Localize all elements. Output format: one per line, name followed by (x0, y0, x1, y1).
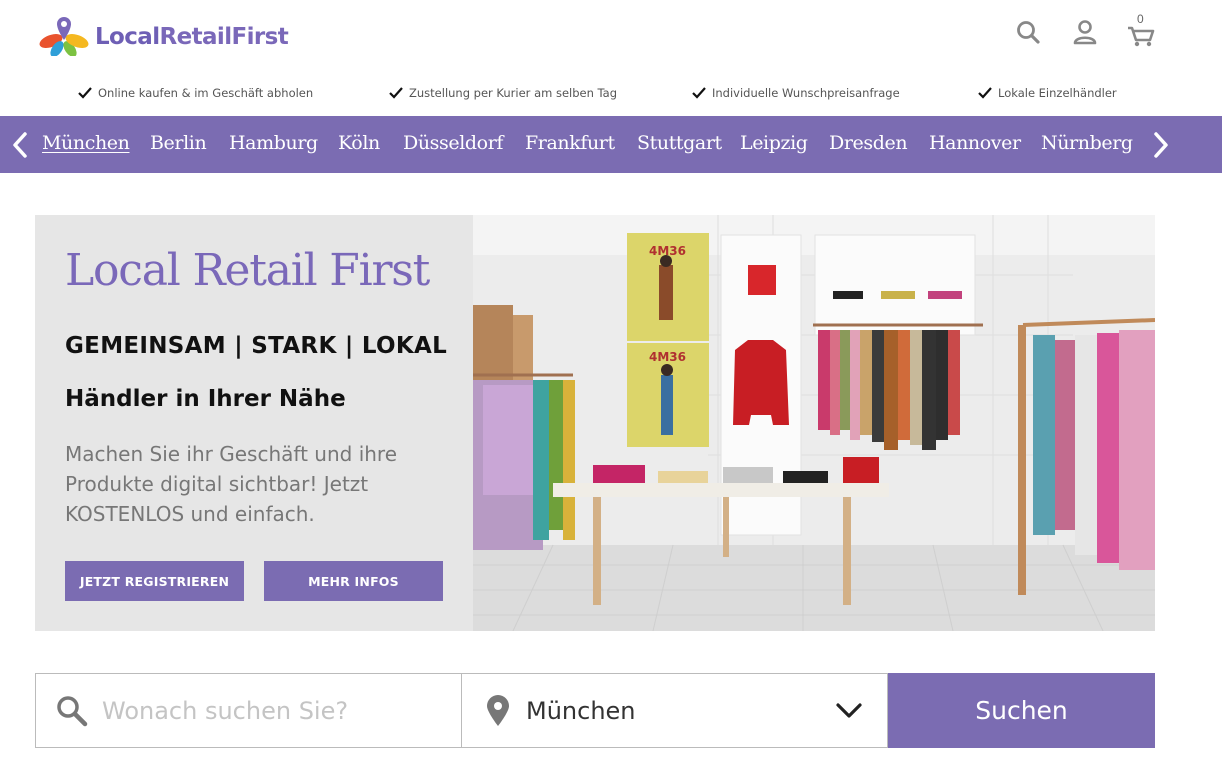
logo-flower-icon (39, 17, 89, 56)
usp-item: Online kaufen & im Geschäft abholen (78, 86, 313, 100)
poster-text: 4M36 (649, 350, 686, 364)
usp-item: Zustellung per Kurier am selben Tag (389, 86, 617, 100)
search-icon[interactable] (1014, 14, 1044, 48)
city-link-duesseldorf[interactable]: Düsseldorf (403, 132, 503, 154)
city-link-nuernberg[interactable]: Nürnberg (1041, 132, 1133, 154)
more-info-button[interactable]: MEHR INFOS (264, 561, 443, 601)
city-link-koeln[interactable]: Köln (338, 132, 380, 154)
search-bar: München Suchen (35, 673, 1155, 748)
hero-title: Local Retail First (65, 245, 430, 296)
check-icon (692, 87, 706, 99)
city-link-berlin[interactable]: Berlin (150, 132, 207, 154)
usp-text: Online kaufen & im Geschäft abholen (98, 86, 314, 100)
brand-logo[interactable]: LocalRetailFirst (37, 10, 289, 56)
hero-subtitle: Händler in Ihrer Nähe (65, 386, 346, 412)
city-link-leipzig[interactable]: Leipzig (740, 132, 808, 154)
search-icon (57, 695, 88, 726)
cart-icon[interactable]: 0 (1126, 12, 1156, 48)
location-pin-icon (487, 694, 509, 726)
header-actions: 0 (1014, 12, 1156, 48)
search-field[interactable] (35, 673, 462, 748)
usp-item: Individuelle Wunschpreisanfrage (692, 86, 900, 100)
chevron-down-icon (836, 703, 862, 718)
city-nav-next-button[interactable] (1141, 116, 1181, 173)
usp-text: Zustellung per Kurier am selben Tag (409, 86, 618, 100)
site-header: LocalRetailFirst 0 (0, 0, 1222, 80)
usp-text: Individuelle Wunschpreisanfrage (712, 86, 900, 100)
check-icon (978, 87, 992, 99)
usp-text: Lokale Einzelhändler (998, 86, 1117, 100)
hero-tagline: GEMEINSAM | STARK | LOKAL (65, 333, 448, 359)
hero-panel: Local Retail First GEMEINSAM | STARK | L… (35, 215, 473, 631)
city-link-hamburg[interactable]: Hamburg (229, 132, 318, 154)
usp-bar: Online kaufen & im Geschäft abholen Zust… (0, 86, 1222, 106)
search-submit-button[interactable]: Suchen (888, 673, 1155, 748)
location-select[interactable]: München (462, 673, 888, 748)
register-button[interactable]: JETZT REGISTRIEREN (65, 561, 244, 601)
brand-name: LocalRetailFirst (95, 23, 289, 50)
city-link-muenchen[interactable]: München (42, 132, 130, 154)
chevron-right-icon (1154, 131, 1168, 158)
cart-count-badge: 0 (1137, 12, 1144, 26)
user-icon[interactable] (1070, 14, 1100, 48)
location-value: München (526, 696, 636, 725)
city-link-frankfurt[interactable]: Frankfurt (525, 132, 615, 154)
chevron-left-icon (13, 131, 27, 158)
city-link-stuttgart[interactable]: Stuttgart (637, 132, 722, 154)
city-link-dresden[interactable]: Dresden (829, 132, 908, 154)
hero-store-image: 4M36 4M36 (473, 215, 1155, 631)
city-nav-prev-button[interactable] (0, 116, 40, 173)
usp-item: Lokale Einzelhändler (978, 86, 1117, 100)
city-link-hannover[interactable]: Hannover (929, 132, 1021, 154)
hero-description: Machen Sie ihr Geschäft und ihre Produkt… (65, 442, 398, 526)
city-nav: München Berlin Hamburg Köln Düsseldorf F… (0, 116, 1222, 173)
search-input[interactable] (102, 696, 422, 725)
check-icon (389, 87, 403, 99)
check-icon (78, 87, 92, 99)
